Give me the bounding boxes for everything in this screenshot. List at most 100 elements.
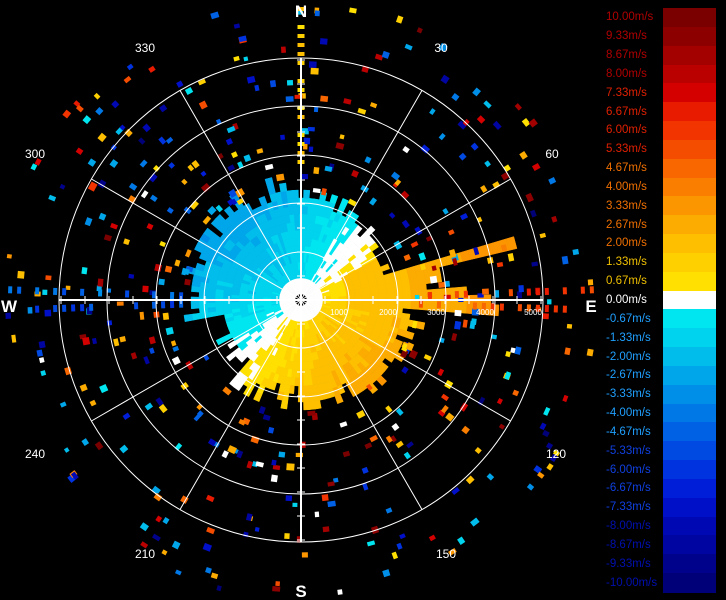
echo-gate [310,67,319,75]
echo-gate [231,151,238,159]
echo-gate [321,494,329,502]
legend-label: 6.67m/s [606,105,647,118]
echo-gate [275,581,281,587]
echo-gate [159,240,166,247]
echo-gate [390,171,401,181]
echo-gate [80,304,85,312]
echo-cell [183,313,194,322]
echo-gate [470,142,479,151]
echo-gate [98,289,103,297]
echo-gate [303,137,311,145]
echo-gate [170,340,177,347]
echo-cell [402,302,412,310]
echo-cell [303,401,311,411]
echo-gate [89,399,97,407]
echo-gate [320,95,329,103]
echo-gate [81,267,88,275]
legend-swatch [663,177,716,197]
legend-label: -5.33m/s [606,444,651,457]
echo-gate [200,170,207,177]
echo-gate [382,569,391,578]
echo-gate [113,338,120,347]
echo-gate [123,238,130,246]
echo-gate [243,56,249,62]
legend-swatch [663,573,716,593]
legend-swatch [663,347,716,367]
echo-gate [496,398,503,405]
legend-swatch [663,497,716,518]
echo-gate [327,500,336,508]
echo-gate [427,291,433,300]
echo-gate [454,320,462,330]
radar-velocity-plot: N S W E 30 60 120 150 210 240 300 330 1000 2000 30… [1,2,597,600]
echo-cell [302,385,309,395]
echo-gate [149,194,158,203]
echo-gate [119,336,126,343]
legend-label: 7.33m/s [606,86,647,99]
echo-gate [286,463,295,471]
legend-label: 5.33m/s [606,143,647,156]
echo-gate [586,348,594,357]
echo-cell [191,312,202,321]
echo-gate [205,494,215,503]
echo-gate [514,103,522,111]
legend-label: -0.67m/s [606,312,651,325]
legend-label: -2.00m/s [606,350,651,363]
echo-gate [516,291,522,299]
echo-gate [498,423,505,430]
echo-gate [533,465,543,474]
echo-gate [308,146,314,153]
echo-gate [297,25,305,29]
echo-gate [307,126,315,132]
echo-cell [378,292,388,299]
echo-gate [561,255,569,265]
echo-gate [159,104,168,113]
echo-gate [285,96,294,102]
echo-gate [535,288,540,296]
legend-swatch [663,45,716,66]
legend-label: -9.33m/s [606,557,651,570]
echo-gate [395,15,404,24]
echo-gate [87,158,97,167]
echo-gate [385,507,393,514]
echo-gate [465,475,475,485]
echo-gate [547,299,552,305]
echo-gate [233,23,241,29]
echo-gate [161,549,168,556]
echo-gate [243,154,252,163]
legend-label: 2.67m/s [606,218,647,231]
echo-gate [171,540,181,550]
echo-gate [164,265,173,273]
echo-gate [483,100,492,109]
echo-gate [526,483,535,491]
echo-gate [423,354,432,361]
echo-gate [451,332,458,342]
echo-gate [154,263,162,272]
legend-label: 3.33m/s [606,199,647,212]
echo-gate [539,422,547,431]
echo-gate [507,253,515,262]
echo-gate [542,313,549,320]
legend-label: 1.33m/s [606,256,647,269]
echo-gate [369,102,378,109]
compass-east: E [585,297,596,316]
echo-gate [396,542,403,550]
echo-gate [322,526,330,533]
echo-gate [93,92,101,100]
echo-gate [566,323,573,329]
echo-cell [276,391,285,401]
echo-gate [162,312,170,321]
echo-gate [512,389,520,397]
legend-label: -8.67m/s [606,538,651,551]
echo-gate [165,326,174,336]
echo-gate [519,151,528,160]
echo-cell [404,330,415,340]
echo-gate [562,305,567,313]
echo-gate [148,65,156,73]
echo-gate [35,287,40,295]
echo-gate [184,249,192,258]
echo-gate [551,215,558,223]
echo-gate [91,337,98,345]
echo-gate [210,572,219,580]
echo-gate [437,368,445,377]
